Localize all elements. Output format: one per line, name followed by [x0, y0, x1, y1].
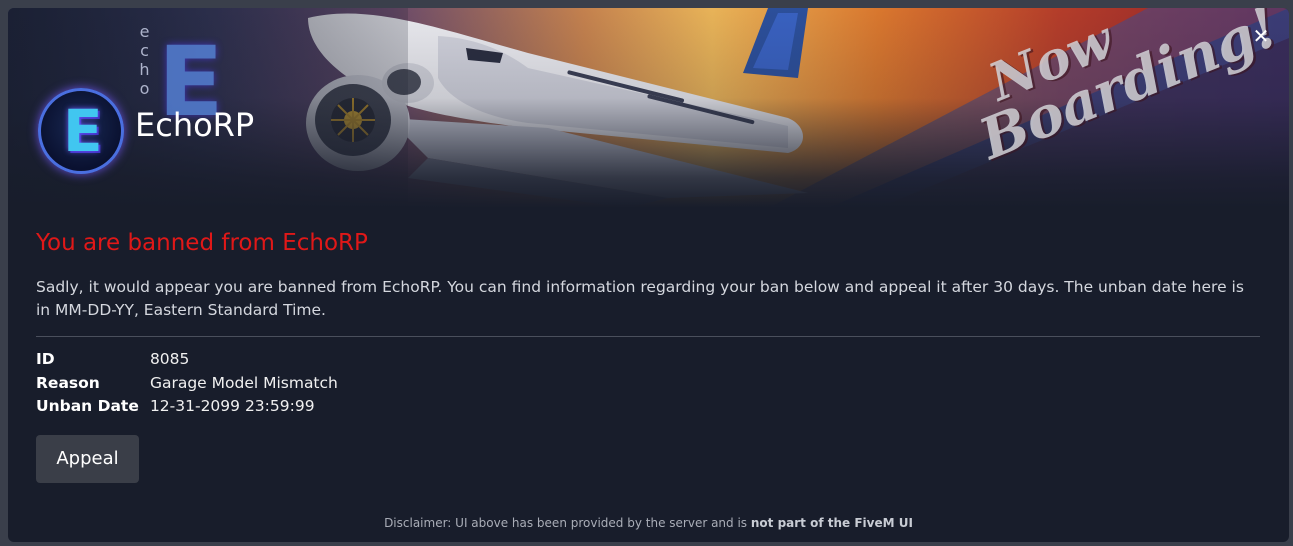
server-name: EchoRP	[135, 106, 255, 144]
server-logo: E	[38, 88, 124, 174]
ban-reason-value: Garage Model Mismatch	[149, 373, 338, 392]
appeal-button[interactable]: Appeal	[36, 435, 139, 483]
divider	[36, 336, 1260, 337]
close-icon[interactable]: ✕	[1251, 26, 1271, 46]
unban-date-value: 12-31-2099 23:59:99	[149, 397, 315, 415]
unban-date-label: Unban Date	[36, 397, 139, 415]
disclaimer-bold-text: not part of the FiveM UI	[750, 516, 913, 530]
ban-reason-row: Reason Garage Model Mismatch	[36, 374, 338, 398]
ban-title: You are banned from EchoRP	[36, 230, 368, 256]
ban-reason-label: Reason	[36, 373, 100, 392]
ban-modal: Now Boarding! echo E E EchoRP ✕ You are …	[8, 8, 1289, 542]
ban-info-table: ID 8085 Reason Garage Model Mismatch Unb…	[36, 350, 338, 421]
window-frame: Now Boarding! echo E E EchoRP ✕ You are …	[0, 0, 1293, 546]
server-banner: Now Boarding! echo E E EchoRP ✕	[8, 8, 1289, 208]
echo-vertical-logo-text: echo	[135, 22, 154, 98]
logo-letter-icon: E	[63, 97, 103, 165]
unban-date-row: Unban Date 12-31-2099 23:59:99	[36, 397, 338, 421]
disclaimer-text: Disclaimer: UI above has been provided b…	[384, 516, 751, 530]
ban-id-value: 8085	[149, 350, 190, 368]
ban-id-label: ID	[36, 350, 55, 368]
disclaimer: Disclaimer: UI above has been provided b…	[8, 516, 1289, 530]
ban-description: Sadly, it would appear you are banned fr…	[36, 278, 1244, 319]
echo-vertical-text: echo	[135, 22, 154, 98]
ban-id-row: ID 8085	[36, 350, 338, 374]
